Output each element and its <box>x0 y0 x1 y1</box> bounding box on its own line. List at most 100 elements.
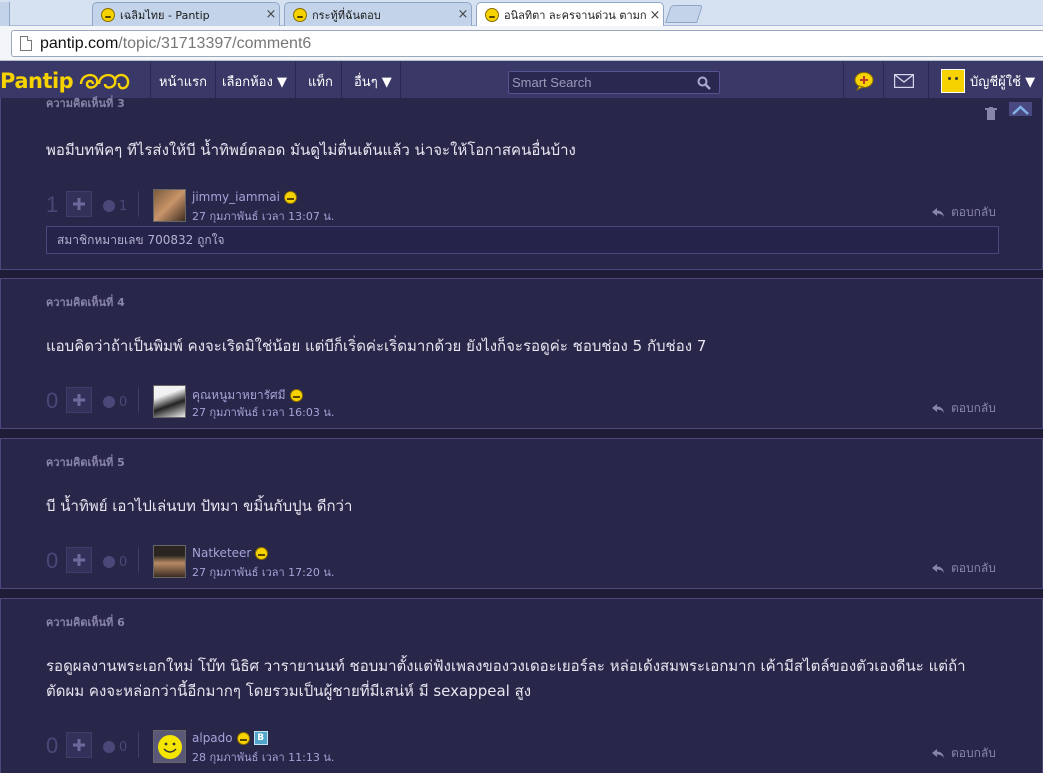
reply-button[interactable]: ตอบกลับ <box>931 744 996 763</box>
blogger-badge: B <box>253 731 268 745</box>
member-smile-icon <box>283 190 297 204</box>
emotion-button[interactable]: 0 <box>103 739 127 755</box>
comment-text: รอดูผลงานพระเอกใหม่ โบ๊ท นิธิศ วารายานนท… <box>46 657 966 700</box>
close-tab-icon[interactable]: × <box>647 8 663 23</box>
comment-text: บี น้ำทิพย์ เอาไปเล่นบท ปัทมา ขมิ้นกับปู… <box>46 497 353 515</box>
user-name-row: alpado B <box>192 731 268 745</box>
browser-tab[interactable]: เฉลิมไทย - Pantip × <box>92 2 280 26</box>
comment-panel: ความคิดเห็นที่ 3 พอมีบทพีคๆ ทีไรส่งให้บี… <box>0 97 1043 270</box>
plus-icon <box>73 394 85 406</box>
browser-tab-strip: เฉลิมไทย - Pantip × กระทู้ที่ฉันตอบ × อน… <box>0 0 1043 27</box>
url-path: /topic/31713397/comment6 <box>118 34 312 52</box>
emotion-count: 0 <box>119 739 128 755</box>
new-tab-button[interactable] <box>665 5 703 23</box>
chevron-up-icon <box>1012 105 1029 115</box>
member-smile-icon <box>255 546 269 560</box>
post-time: 28 กุมภาพันธ์ เวลา 11:13 น. <box>192 751 335 764</box>
pantip-favicon-icon <box>293 7 307 22</box>
search-input[interactable] <box>509 72 694 93</box>
comment-number: ความคิดเห็นที่ 6 <box>46 616 125 629</box>
logo-mark-icon <box>80 73 130 90</box>
nav-more[interactable]: อื่นๆ ▼ <box>346 61 401 101</box>
emotion-button[interactable]: 1 <box>103 198 127 214</box>
divider <box>138 732 139 758</box>
reply-button[interactable]: ตอบกลับ <box>931 559 996 578</box>
member-smile-icon <box>289 389 303 402</box>
post-time: 27 กุมภาพันธ์ เวลา 13:07 น. <box>192 210 335 223</box>
member-smile-icon <box>236 731 250 745</box>
comment-number: ความคิดเห็นที่ 3 <box>46 97 125 110</box>
tab-title: กระทู้ที่ฉันตอบ <box>312 8 381 22</box>
emotion-button[interactable]: 0 <box>103 394 127 410</box>
pantip-favicon-icon <box>101 7 115 22</box>
reply-label: ตอบกลับ <box>951 401 996 415</box>
emotion-count: 0 <box>119 394 128 410</box>
plus-icon <box>73 554 85 566</box>
user-name-row: Natketeer <box>192 546 269 560</box>
emotion-icon <box>103 741 115 753</box>
divider <box>138 387 139 413</box>
comment-panel: ความคิดเห็นที่ 6 รอดูผลงานพระเอกใหม่ โบ๊… <box>0 598 1043 773</box>
user-avatar[interactable] <box>153 545 186 578</box>
reply-icon <box>932 749 944 758</box>
reply-label: ตอบกลับ <box>951 561 996 575</box>
search-icon[interactable] <box>697 76 711 90</box>
reply-icon <box>932 564 944 573</box>
close-tab-icon[interactable]: × <box>263 7 279 22</box>
emotion-button[interactable]: 0 <box>103 554 127 570</box>
new-topic-button[interactable] <box>843 61 883 101</box>
reply-button[interactable]: ตอบกลับ <box>931 399 996 418</box>
url-host: pantip.com <box>40 34 119 52</box>
browser-tab[interactable]: กระทู้ที่ฉันตอบ × <box>284 2 472 26</box>
reply-button[interactable]: ตอบกลับ <box>931 203 996 222</box>
plus-icon <box>73 739 85 751</box>
smart-search <box>508 71 720 94</box>
url-text[interactable]: pantip.com/topic/31713397/comment6 <box>40 35 311 53</box>
user-avatar[interactable] <box>153 385 186 418</box>
username-link[interactable]: Natketeer <box>192 546 251 560</box>
emotion-icon <box>103 556 115 568</box>
vote-count: 0 <box>46 548 59 573</box>
vote-plus-button[interactable] <box>66 732 92 758</box>
vote-plus-button[interactable] <box>66 387 92 413</box>
vote-count: 1 <box>46 192 59 217</box>
comment-panel: ความคิดเห็นที่ 5 บี น้ำทิพย์ เอาไปเล่นบท… <box>0 438 1043 589</box>
page-icon <box>20 36 32 51</box>
messages-button[interactable] <box>883 61 923 101</box>
reply-label: ตอบกลับ <box>951 746 996 760</box>
comment-number: ความคิดเห็นที่ 5 <box>46 456 125 469</box>
emotion-icon <box>103 200 115 212</box>
comment-text: พอมีบทพีคๆ ทีไรส่งให้บี น้ำทิพย์ตลอด มัน… <box>46 141 576 159</box>
vote-plus-button[interactable] <box>66 547 92 573</box>
post-time: 27 กุมภาพันธ์ เวลา 17:20 น. <box>192 566 335 579</box>
reply-icon <box>932 404 944 413</box>
tab-edge <box>0 2 10 26</box>
nav-select-room[interactable]: เลือกห้อง ▼ <box>214 61 296 101</box>
username-link[interactable]: alpado <box>192 731 233 745</box>
account-menu[interactable]: บัญชีผู้ใช้ ▼ <box>928 61 1043 101</box>
trash-icon[interactable] <box>985 107 997 120</box>
liked-by-box: สมาชิกหมายเลข 700832 ถูกใจ <box>46 226 999 254</box>
divider <box>138 547 139 573</box>
emotion-count: 1 <box>119 198 128 214</box>
scroll-top-button[interactable] <box>1009 102 1032 116</box>
close-tab-icon[interactable]: × <box>455 7 471 22</box>
browser-tab-active[interactable]: อนิลทิตา ละครจานด่วน ตามกระ × <box>476 2 664 27</box>
plus-icon <box>73 198 85 210</box>
nav-home[interactable]: หน้าแรก <box>150 61 216 101</box>
user-avatar[interactable] <box>153 730 186 763</box>
account-label: บัญชีผู้ใช้ ▼ <box>970 74 1036 90</box>
vote-plus-button[interactable] <box>66 191 92 217</box>
nav-tags[interactable]: แท็ก <box>300 61 342 101</box>
envelope-icon <box>893 74 914 88</box>
username-link[interactable]: jimmy_iammai <box>192 190 280 204</box>
pantip-logo[interactable]: Pantip <box>0 65 131 97</box>
post-time: 27 กุมภาพันธ์ เวลา 16:03 น. <box>192 406 335 419</box>
comment-panel: ความคิดเห็นที่ 4 แอบคิดว่าถ้าเป็นพิมพ์ ค… <box>0 278 1043 429</box>
tab-title: เฉลิมไทย - Pantip <box>120 8 210 22</box>
user-avatar[interactable] <box>153 189 186 222</box>
account-avatar <box>941 69 965 93</box>
divider <box>138 191 139 217</box>
logo-text: Pantip <box>0 69 74 93</box>
address-bar[interactable]: pantip.com/topic/31713397/comment6 <box>11 30 1043 57</box>
